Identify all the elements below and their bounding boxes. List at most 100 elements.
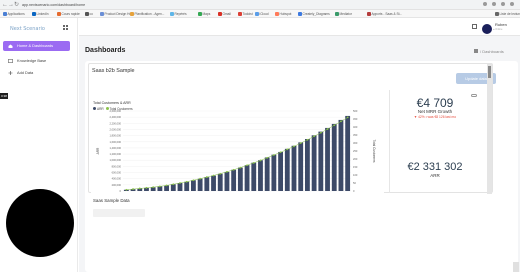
point-total-customers [306,138,309,141]
bookmarks-bar: Applications LinkedIn Cours rapide co Produc… [0,10,520,18]
reload-icon[interactable]: ↻ [14,1,19,9]
point-total-customers [319,131,322,134]
apps-grid-icon[interactable] [63,25,69,31]
bar-arr [251,162,257,191]
bar-arr [231,169,237,191]
chart-plot: 2,600,000 2,400,000 2,200,000 2,000,000 1,80… [96,109,376,193]
point-total-customers [125,188,128,191]
point-total-customers [286,148,289,151]
sidebar-item-home-dashboards[interactable]: Home & Dashboards [3,41,70,51]
y-tick-label: 1,400,000 [109,146,121,150]
bookmark-favicon-icon [85,12,89,16]
kpi-panel: €4 709 Net MRR Growth ▼ 42% • was €8 126… [389,90,479,193]
browser-address-bar[interactable]: ← → ↻ app.nextscenario.com/dashboard/hom… [0,0,520,10]
bookmark-favicon-icon [57,12,61,16]
embed-scrollbar[interactable] [487,64,492,194]
sidebar-item-add-data[interactable]: Add Data [3,68,70,78]
point-total-customers [346,116,349,119]
point-total-customers [212,174,215,177]
point-total-customers [192,179,195,182]
bar-arr [177,183,183,191]
webcam-overlay [6,189,74,257]
point-total-customers [185,180,188,183]
bookmark-item[interactable]: Hubspot [275,12,291,16]
bookmark-favicon-icon [100,12,104,16]
point-total-customers [259,159,262,162]
customers-arr-chart: Total Customers & ARR ARR Total Customer… [91,98,384,199]
bar-arr [304,139,310,191]
bookmark-item[interactable]: Apports - Saas & St... [367,12,402,16]
point-total-customers [313,135,316,138]
bookmark-favicon-icon [335,12,339,16]
bookmark-favicon-icon [298,12,302,16]
bar-arr [244,165,250,191]
point-total-customers [239,166,242,169]
bookmark-item[interactable]: Gmail [218,12,231,16]
fullscreen-icon[interactable] [472,24,477,29]
add-data-icon [8,71,13,75]
book-icon [8,59,13,63]
bar-arr [325,127,330,191]
bookmark-item[interactable]: Cours rapide [57,12,80,16]
bookmark-item[interactable]: co [85,12,93,16]
page-scrollbar[interactable] [513,262,519,272]
bookmark-item[interactable]: iCloud [255,12,269,16]
home-icon [8,44,13,48]
bookmark-item[interactable]: Planification - Agen... [130,12,164,16]
menu-icon[interactable] [510,2,514,6]
bookmark-favicon-icon [255,12,259,16]
y2-axis-label: Total Customers [372,139,376,162]
extension-icon[interactable] [492,2,496,6]
point-total-customers [252,161,255,164]
extension-icon[interactable] [483,2,487,6]
arr-value: €2 331 302 [407,161,463,173]
y2-tick-label: 100 [353,173,358,177]
bar-arr [197,178,203,191]
bookmark-item[interactable]: Mediator [335,12,352,16]
point-total-customers [293,145,295,148]
point-total-customers [340,120,342,123]
bookmark-item[interactable]: Applications [3,12,25,16]
bar-arr [237,167,243,191]
y2-tick-label: 200 [353,157,358,161]
page-title: Dashboards [85,47,126,54]
sidebar-item-label: Add Data [17,70,34,75]
bar-arr [298,142,304,191]
point-total-customers [152,186,155,189]
point-total-customers [205,176,208,178]
bookmark-favicon-icon [495,12,499,16]
point-total-customers [272,154,275,156]
profile-icon[interactable] [501,2,505,6]
sidebar-item-knowledge-base[interactable]: Knowledge Base [3,56,70,66]
avatar[interactable] [481,23,493,35]
app-logo[interactable]: Next Scenario [10,26,45,32]
bookmark-favicon-icon [218,12,222,16]
bookmark-favicon-icon [170,12,174,16]
cloud-icon[interactable] [471,94,477,97]
bookmark-item[interactable]: Repérés [170,12,187,16]
bar-arr [284,148,290,191]
home-icon[interactable] [474,49,478,53]
point-total-customers [246,164,248,167]
point-total-customers [279,151,282,154]
top-header: Ruben ● Online [79,18,520,36]
bookmark-item[interactable]: LinkedIn [32,12,49,16]
y-axis-label: ARR [96,147,100,154]
bar-arr [291,145,297,191]
bookmark-favicon-icon [367,12,371,16]
user-name[interactable]: Ruben [495,22,507,27]
bookmark-item[interactable]: Liste de lecture [495,12,520,16]
point-total-customers [138,187,141,190]
bar-arr [338,119,344,191]
point-total-customers [199,177,202,180]
recording-timer: 0:38 [0,93,8,99]
url-text[interactable]: app.nextscenario.com/dashboard/home [22,1,85,9]
bookmark-item[interactable]: Todoist [238,12,253,16]
scrollbar-thumb[interactable] [488,66,491,78]
bookmark-item[interactable]: Creately_Diagrams [298,12,330,16]
y2-tick-label: 150 [353,165,358,169]
bookmark-item[interactable]: Maps [198,12,210,16]
bookmark-item[interactable]: Product Design He... [100,12,134,16]
y2-tick-label: 0 [353,189,355,193]
bar-arr [170,184,176,191]
